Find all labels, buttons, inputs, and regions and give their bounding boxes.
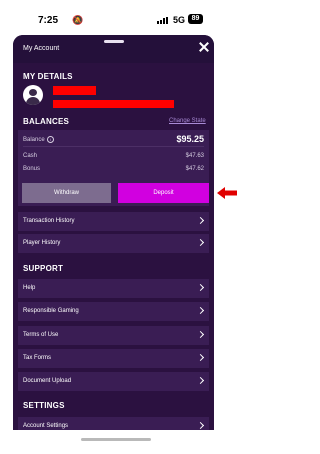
chevron-right-icon xyxy=(196,283,205,292)
divider xyxy=(23,146,204,147)
terms-of-use-item[interactable]: Terms of Use xyxy=(18,325,209,345)
deposit-button[interactable]: Deposit xyxy=(118,183,209,203)
tax-forms-item[interactable]: Tax Forms xyxy=(18,348,209,368)
battery-icon: 89 xyxy=(188,14,203,24)
balance-label: Balance xyxy=(23,137,45,144)
settings-heading: SETTINGS xyxy=(23,401,65,410)
silent-bell-icon: 🔕 xyxy=(72,15,84,25)
balance-value: $95.25 xyxy=(176,134,204,144)
close-icon[interactable] xyxy=(197,40,211,54)
menu-item-label: Terms of Use xyxy=(23,332,59,338)
responsible-gaming-item[interactable]: Responsible Gaming xyxy=(18,301,209,321)
player-history-item[interactable]: Player History xyxy=(18,233,209,253)
chevron-right-icon xyxy=(196,421,205,430)
redacted-email xyxy=(53,100,174,108)
menu-item-label: Player History xyxy=(23,240,61,246)
account-settings-item[interactable]: Account Settings xyxy=(18,416,209,430)
document-upload-item[interactable]: Document Upload xyxy=(18,371,209,391)
cellular-signal-icon xyxy=(157,17,169,24)
menu-item-label: Transaction History xyxy=(23,218,75,224)
chevron-right-icon xyxy=(196,376,205,385)
bonus-value: $47.62 xyxy=(185,166,204,172)
drag-handle[interactable] xyxy=(104,40,124,43)
chevron-right-icon xyxy=(196,330,205,339)
home-indicator[interactable] xyxy=(81,438,151,441)
menu-item-label: Account Settings xyxy=(23,423,69,429)
chevron-right-icon xyxy=(196,306,205,315)
cash-label: Cash xyxy=(23,153,38,159)
status-time: 7:25 xyxy=(38,15,59,26)
menu-item-label: Tax Forms xyxy=(23,355,52,361)
page-title: My Account xyxy=(23,45,60,52)
transaction-history-item[interactable]: Transaction History xyxy=(18,211,209,231)
chevron-right-icon xyxy=(196,238,205,247)
account-sheet: My Account MY DETAILS BALANCES Change St… xyxy=(13,35,214,430)
sheet-header: My Account xyxy=(13,35,214,63)
menu-item-label: Responsible Gaming xyxy=(23,308,79,314)
annotation-arrow-icon xyxy=(217,187,237,199)
support-heading: SUPPORT xyxy=(23,264,64,273)
network-type: 5G xyxy=(173,15,186,25)
bonus-label: Bonus xyxy=(23,166,41,172)
chevron-right-icon xyxy=(196,216,205,225)
menu-item-label: Document Upload xyxy=(23,378,72,384)
change-state-link[interactable]: Change State xyxy=(169,118,206,124)
balance-label-row: Balance i xyxy=(23,136,54,143)
balance-card: Balance i $95.25 Cash $47.63 Bonus $47.62… xyxy=(18,130,209,206)
withdraw-button[interactable]: Withdraw xyxy=(22,183,111,203)
help-item[interactable]: Help xyxy=(18,278,209,298)
my-details-heading: MY DETAILS xyxy=(23,72,73,81)
redacted-name xyxy=(53,86,96,95)
menu-item-label: Help xyxy=(23,285,36,291)
info-icon[interactable]: i xyxy=(46,136,54,143)
cash-value: $47.63 xyxy=(185,153,204,159)
balances-heading: BALANCES xyxy=(23,117,70,126)
avatar xyxy=(23,85,43,105)
chevron-right-icon xyxy=(196,353,205,362)
